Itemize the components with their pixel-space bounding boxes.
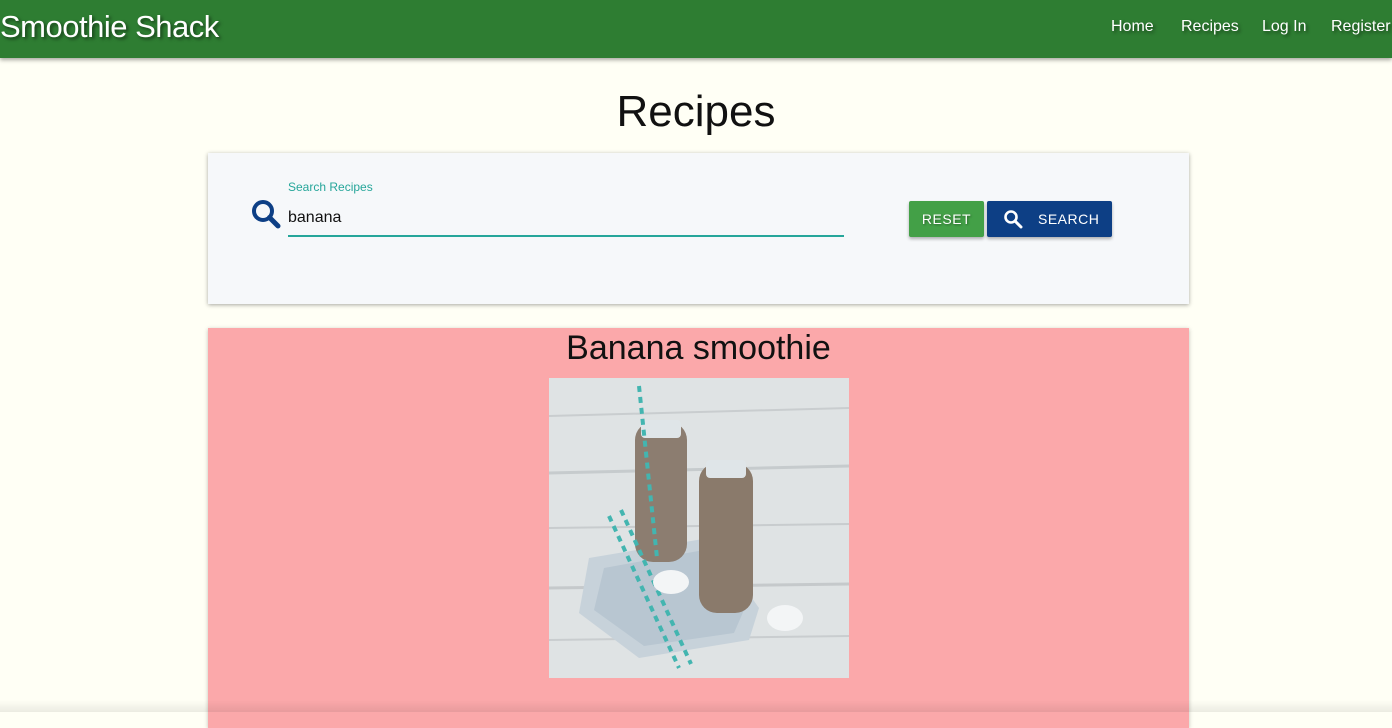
recipe-title[interactable]: Banana smoothie — [208, 328, 1189, 368]
nav-login[interactable]: Log In — [1262, 17, 1306, 37]
search-icon — [250, 198, 282, 230]
top-navbar: Smoothie Shack Home Recipes Log In Regis… — [0, 0, 1392, 58]
search-button-label: SEARCH — [1038, 211, 1100, 227]
nav-register[interactable]: Register — [1331, 17, 1391, 37]
page-title: Recipes — [616, 87, 776, 136]
reset-button[interactable]: RESET — [909, 201, 984, 237]
nav-home[interactable]: Home — [1111, 17, 1154, 37]
nav-recipes[interactable]: Recipes — [1181, 17, 1239, 37]
recipe-card[interactable]: Banana smoothie — [208, 328, 1189, 728]
bottom-shadow — [0, 700, 1392, 712]
search-input[interactable] — [288, 201, 844, 237]
search-label: Search Recipes — [288, 180, 373, 194]
search-card: Search Recipes RESET SEARCH — [208, 153, 1189, 304]
recipe-photo[interactable] — [549, 378, 849, 678]
brand-logo[interactable]: Smoothie Shack — [0, 8, 219, 46]
search-button[interactable]: SEARCH — [987, 201, 1112, 237]
search-button-icon — [1003, 209, 1023, 229]
